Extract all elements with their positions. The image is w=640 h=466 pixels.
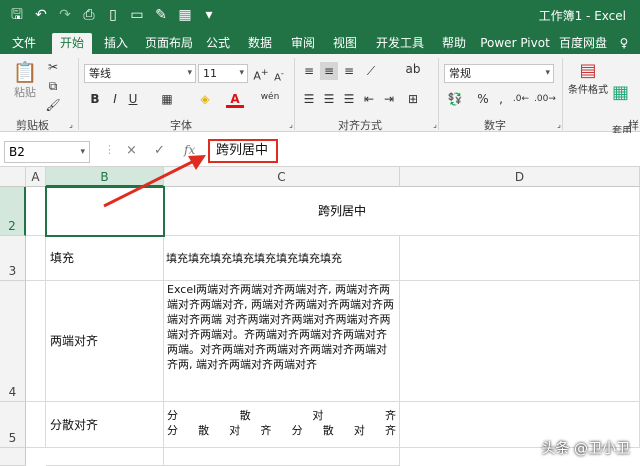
arrow-shaft: [103, 157, 199, 208]
watermark: 头条 @卫小卫: [541, 441, 630, 457]
annotation-arrow: [103, 155, 206, 208]
